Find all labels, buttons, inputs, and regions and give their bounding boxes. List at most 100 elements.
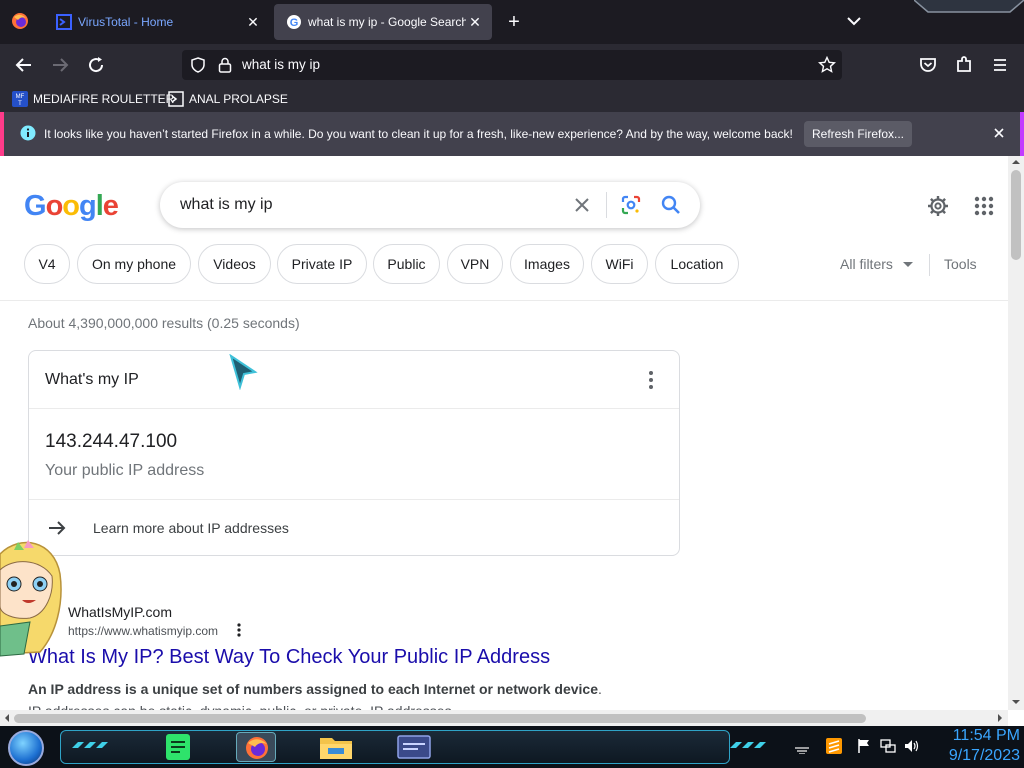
close-icon[interactable]	[990, 124, 1008, 142]
chip-on-my-phone[interactable]: On my phone	[77, 244, 191, 284]
chip-v4[interactable]: V4	[24, 244, 70, 284]
tab-virustotal[interactable]: VirusTotal - Home ✕	[44, 4, 270, 40]
window-app-icon[interactable]	[394, 732, 434, 762]
scroll-right-icon[interactable]	[996, 714, 1004, 722]
bookmark-second[interactable]: ANAL PROLAPSE	[168, 90, 288, 108]
system-clock[interactable]: 11:54 PM 9/17/2023	[924, 726, 1020, 766]
search-results-page: Google what is my ip V4 On my phone Vide…	[0, 156, 1008, 710]
tab-google-search[interactable]: G what is my ip - Google Search ✕	[274, 4, 492, 40]
ip-address-caption: Your public IP address	[45, 462, 205, 479]
new-tab-plus-icon[interactable]: +	[504, 12, 524, 32]
result-snippet: An IP address is a unique set of numbers…	[28, 678, 608, 710]
scrollbar-thumb[interactable]	[1011, 170, 1021, 260]
close-tab-icon[interactable]: ✕	[466, 13, 484, 31]
ip-address-value: 143.244.47.100	[45, 431, 178, 452]
svg-text:T: T	[18, 101, 22, 107]
scroll-up-icon[interactable]	[1012, 158, 1020, 166]
svg-text:MF: MF	[16, 94, 25, 100]
firefox-icon[interactable]	[11, 12, 29, 30]
forward-arrow-icon[interactable]	[48, 53, 72, 77]
bookmark-mediafire[interactable]: MF T MEDIAFIRE ROULETTER	[12, 90, 174, 108]
horizontal-scrollbar[interactable]	[0, 710, 1008, 726]
chip-vpn[interactable]: VPN	[447, 244, 503, 284]
chevron-decoration-icon	[730, 742, 766, 748]
google-logo[interactable]: Google	[24, 190, 119, 223]
ip-address-card: What's my IP 143.244.47.100 Your public …	[28, 350, 680, 556]
settings-gear-icon[interactable]	[926, 194, 950, 218]
chip-location[interactable]: Location	[655, 244, 739, 284]
chip-videos[interactable]: Videos	[198, 244, 271, 284]
result-stats: About 4,390,000,000 results (0.25 second…	[28, 315, 300, 331]
result-url[interactable]: https://www.whatismyip.com	[68, 624, 218, 638]
bookmark-icon	[168, 91, 184, 107]
refresh-firefox-button[interactable]: Refresh Firefox...	[804, 121, 912, 147]
google-icon: G	[287, 15, 301, 29]
back-arrow-icon[interactable]	[12, 53, 36, 77]
all-filters-label: All filters	[840, 256, 893, 272]
tab-label: VirusTotal - Home	[78, 15, 174, 29]
search-box[interactable]: what is my ip	[160, 182, 700, 228]
scroll-down-icon[interactable]	[1012, 698, 1020, 706]
show-hidden-icons-icon[interactable]	[794, 738, 810, 754]
file-explorer-icon[interactable]	[316, 732, 356, 762]
mouse-cursor-icon	[229, 354, 258, 390]
chip-wifi[interactable]: WiFi	[591, 244, 648, 284]
bookmark-label: MEDIAFIRE ROULETTER	[33, 92, 175, 106]
divider	[29, 408, 679, 409]
tools-button[interactable]: Tools	[944, 256, 977, 272]
refresh-firefox-notification: It looks like you haven’t started Firefo…	[0, 112, 1024, 156]
notification-message: It looks like you haven’t started Firefo…	[44, 127, 793, 141]
chevron-down-icon[interactable]	[845, 12, 863, 30]
search-input[interactable]: what is my ip	[180, 196, 272, 214]
clear-search-icon[interactable]	[572, 195, 592, 215]
search-icon[interactable]	[660, 194, 682, 216]
navigation-toolbar: what is my ip	[0, 44, 1024, 86]
scroll-left-icon[interactable]	[3, 714, 11, 722]
bookmark-star-icon[interactable]	[818, 56, 836, 74]
extensions-puzzle-icon[interactable]	[952, 53, 976, 77]
cartoon-character-sticker	[0, 540, 62, 657]
scrollbar-thumb[interactable]	[14, 714, 866, 723]
network-icon[interactable]	[880, 738, 896, 754]
action-center-flag-icon[interactable]	[856, 738, 872, 754]
chip-images[interactable]: Images	[510, 244, 584, 284]
url-text[interactable]: what is my ip	[242, 57, 320, 72]
start-button[interactable]	[8, 730, 44, 766]
tracking-shield-icon[interactable]	[190, 57, 206, 73]
virustotal-icon	[56, 14, 72, 30]
card-heading: What's my IP	[45, 371, 139, 388]
volume-icon[interactable]	[904, 738, 920, 754]
google-lens-icon[interactable]	[620, 194, 642, 216]
learn-more-link[interactable]: Learn more about IP addresses	[93, 520, 289, 536]
bookmark-label: ANAL PROLAPSE	[189, 92, 288, 106]
notes-app-icon[interactable]	[158, 732, 198, 762]
vertical-scrollbar[interactable]	[1008, 156, 1024, 710]
more-options-icon[interactable]	[643, 369, 659, 391]
pocket-icon[interactable]	[916, 53, 940, 77]
result-site-name[interactable]: WhatIsMyIP.com	[68, 604, 172, 620]
bookmarks-toolbar: MF T MEDIAFIRE ROULETTER ANAL PROLAPSE	[0, 86, 1024, 112]
tab-label: what is my ip - Google Search	[308, 15, 466, 29]
lock-icon[interactable]	[218, 57, 232, 73]
address-bar[interactable]: what is my ip	[182, 50, 842, 80]
header-divider	[0, 300, 1008, 301]
google-apps-grid-icon[interactable]	[972, 194, 996, 218]
caret-down-icon	[902, 261, 913, 267]
chip-public[interactable]: Public	[373, 244, 440, 284]
divider	[929, 254, 930, 276]
tab-bar: VirusTotal - Home ✕ G what is my ip - Go…	[0, 0, 1024, 44]
firefox-taskbar-button[interactable]	[236, 732, 276, 762]
chip-private-ip[interactable]: Private IP	[277, 244, 367, 284]
clock-date: 9/17/2023	[948, 747, 1020, 764]
result-title-link[interactable]: What Is My IP? Best Way To Check Your Pu…	[28, 646, 550, 669]
more-options-icon[interactable]	[234, 622, 244, 638]
divider	[29, 499, 679, 500]
hamburger-menu-icon[interactable]	[988, 53, 1012, 77]
close-tab-icon[interactable]: ✕	[244, 13, 262, 31]
all-filters-dropdown[interactable]: All filters	[840, 256, 913, 272]
mediafire-icon: MFT	[12, 91, 28, 107]
info-icon	[20, 125, 36, 141]
svg-text:G: G	[290, 17, 299, 29]
reload-icon[interactable]	[84, 53, 108, 77]
sublime-tray-icon[interactable]	[826, 738, 842, 754]
